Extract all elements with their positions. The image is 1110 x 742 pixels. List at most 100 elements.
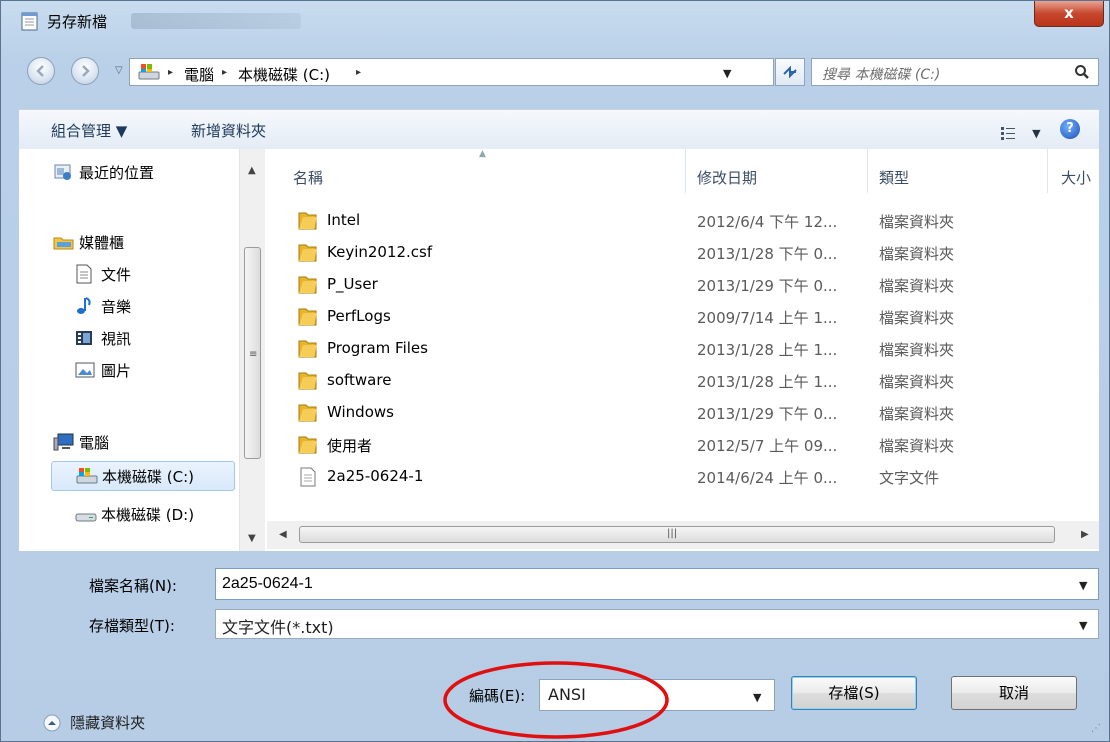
new-folder-button[interactable]: 新增資料夾 [191,120,266,141]
music-icon [77,297,91,314]
resize-grip-icon[interactable]: ⋰ [1091,723,1101,734]
address-bar[interactable]: ▸ 電腦 ▸ 本機磁碟 (C:) ▸ [129,58,774,86]
file-type: 檔案資料夾 [879,213,955,231]
close-button[interactable]: x [1034,1,1104,27]
content-area: 最近的位置 媒體櫃 文件 音樂 視訊 圖片 電腦 本機磁碟 (C:) 本機磁碟 … [19,149,1099,551]
nav-item-documents[interactable]: 文件 [75,261,225,287]
filename-label: 檔案名稱(N): [89,577,177,595]
nav-item-libraries[interactable]: 媒體櫃 [53,229,233,255]
hide-folders-button[interactable]: 隱藏資料夾 [43,712,145,733]
help-button[interactable]: ? [1060,119,1080,139]
nav-item-pictures[interactable]: 圖片 [75,357,225,383]
text-file-icon [300,467,316,487]
refresh-button[interactable] [775,58,805,86]
nav-item-music[interactable]: 音樂 [75,293,225,319]
folder-icon [298,340,317,358]
breadcrumb-drive-c[interactable]: 本機磁碟 (C:) [238,64,330,85]
recent-places-icon [54,164,71,180]
file-row[interactable]: software 2013/1/28 上午 1... 檔案資料夾 [297,367,1057,395]
nav-item-computer[interactable]: 電腦 [53,429,233,455]
file-row[interactable]: 使用者 2012/5/7 上午 09... 檔案資料夾 [297,431,1057,459]
cancel-button[interactable]: 取消 [951,676,1077,710]
refresh-icon [783,65,797,79]
file-name: 使用者 [327,437,373,455]
column-header-type[interactable]: 類型 [879,167,909,188]
file-name: 2a25-0624-1 [327,467,424,485]
column-header-size[interactable]: 大小 [1061,167,1091,188]
filename-dropdown-arrow[interactable]: ▼ [1079,579,1087,592]
folder-icon [298,244,317,262]
pictures-icon [75,362,95,378]
hide-folders-label: 隱藏資料夾 [70,714,146,732]
title-background-blur [131,13,301,29]
drive-c-icon [76,468,98,484]
file-type: 檔案資料夾 [879,405,955,423]
file-row[interactable]: Program Files 2013/1/28 上午 1... 檔案資料夾 [297,335,1057,363]
file-type: 檔案資料夾 [879,245,955,263]
file-row[interactable]: 2a25-0624-1 2014/6/24 上午 0... 文字文件 [297,463,1057,491]
nav-item-label: 視訊 [101,330,132,348]
horizontal-scrollbar[interactable]: ◀ ||| ▶ [267,521,1099,549]
file-name: Keyin2012.csf [327,243,433,261]
change-view-button[interactable]: ▼ [1001,122,1041,141]
drive-d-icon [75,513,97,522]
filetype-select[interactable]: 文字文件(*.txt) [215,609,1099,639]
save-button[interactable]: 存檔(S) [791,676,917,710]
nav-item-label: 圖片 [101,362,132,380]
computer-icon [53,433,74,451]
nav-item-label: 電腦 [79,434,110,452]
column-header-name[interactable]: 名稱 [293,167,323,188]
breadcrumb-separator[interactable]: ▸ [222,67,227,78]
file-type: 檔案資料夾 [879,437,955,455]
column-header-modified[interactable]: 修改日期 [697,167,757,188]
folder-icon [298,276,317,294]
nav-item-drive-c[interactable]: 本機磁碟 (C:) [51,461,235,491]
view-dropdown-arrow[interactable]: ▼ [1032,127,1040,140]
breadcrumb-computer[interactable]: 電腦 [184,64,214,85]
scroll-down-arrow[interactable]: ▼ [248,533,256,544]
encoding-select[interactable]: ANSI [539,679,775,711]
file-type: 文字文件 [879,469,940,487]
column-divider [1047,149,1048,193]
scroll-left-arrow[interactable]: ◀ [279,529,287,540]
sort-ascending-icon: ▲ [479,149,486,159]
scrollbar-grip-icon: ||| [667,528,678,539]
nav-item-drive-d[interactable]: 本機磁碟 (D:) [75,501,235,527]
nav-item-label: 本機磁碟 (C:) [102,468,194,486]
scroll-right-arrow[interactable]: ▶ [1081,529,1089,540]
file-date: 2013/1/29 下午 0... [697,405,838,423]
nav-item-recent-places[interactable]: 最近的位置 [53,159,233,185]
breadcrumb-separator[interactable]: ▸ [356,67,361,78]
folder-icon [298,404,317,422]
search-box[interactable]: 搜尋 本機磁碟 (C:) [811,58,1099,86]
forward-button[interactable] [71,57,99,85]
file-date: 2013/1/29 下午 0... [697,277,838,295]
folder-icon [298,308,317,326]
folder-icon [298,212,317,230]
file-name: software [327,371,392,389]
breadcrumb-separator[interactable]: ▸ [168,67,173,78]
filetype-label: 存檔類型(T): [89,617,175,635]
documents-icon [76,264,92,284]
organize-menu[interactable]: 組合管理 ▼ [51,120,127,141]
nav-item-label: 本機磁碟 (D:) [101,506,195,524]
scroll-up-arrow[interactable]: ▲ [248,165,256,176]
chevron-up-icon [43,714,61,731]
nav-item-video[interactable]: 視訊 [75,325,225,351]
file-date: 2013/1/28 上午 1... [697,341,838,359]
encoding-dropdown-arrow[interactable]: ▼ [753,691,761,704]
filename-input[interactable] [215,568,1099,600]
search-icon[interactable] [1074,64,1090,80]
address-dropdown-arrow[interactable]: ▼ [723,67,731,80]
back-button[interactable] [27,57,55,85]
recent-pages-dropdown[interactable]: ▽ [115,65,123,76]
filetype-dropdown-arrow[interactable]: ▼ [1079,619,1087,632]
navigation-scrollbar[interactable]: ▲ ≡ ▼ [239,149,265,551]
file-row[interactable]: Windows 2013/1/29 下午 0... 檔案資料夾 [297,399,1057,427]
column-divider [867,149,868,193]
file-row[interactable]: PerfLogs 2009/7/14 上午 1... 檔案資料夾 [297,303,1057,331]
file-row[interactable]: Keyin2012.csf 2013/1/28 下午 0... 檔案資料夾 [297,239,1057,267]
file-row[interactable]: P_User 2013/1/29 下午 0... 檔案資料夾 [297,271,1057,299]
nav-item-label: 音樂 [101,298,132,316]
file-row[interactable]: Intel 2012/6/4 下午 12... 檔案資料夾 [297,207,1057,235]
